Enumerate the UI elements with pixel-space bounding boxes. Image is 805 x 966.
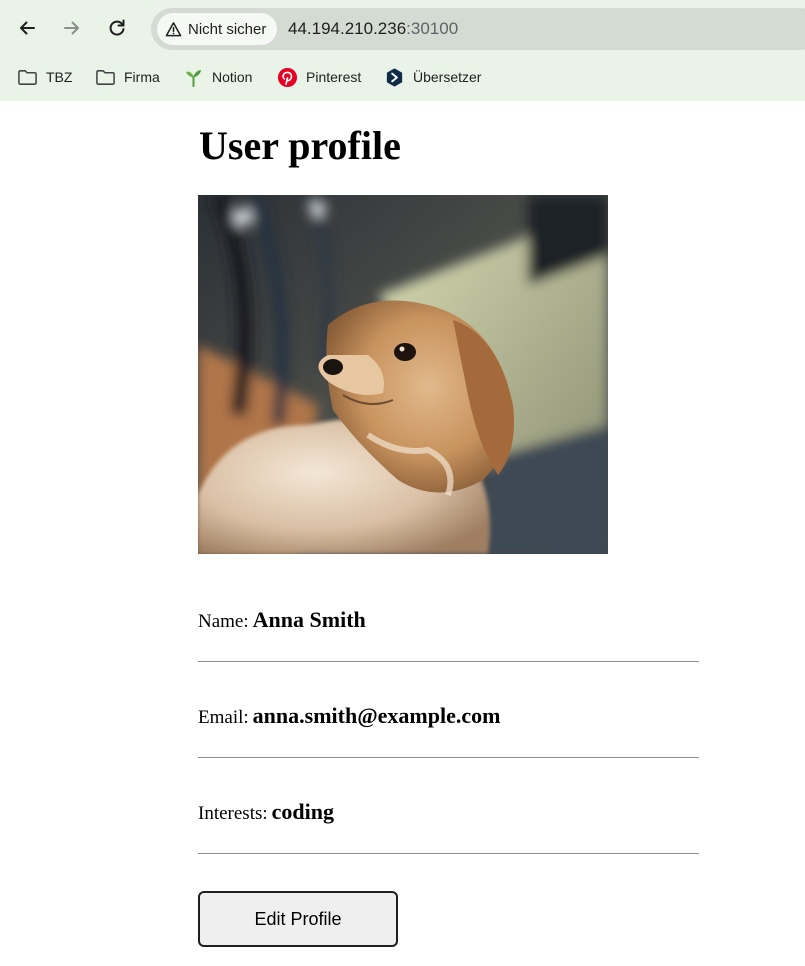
forward-button[interactable] (55, 11, 89, 45)
bookmark-label: Übersetzer (413, 69, 482, 85)
name-row: Name: Anna Smith (198, 607, 366, 633)
folder-icon (96, 69, 115, 85)
name-label: Name: (198, 611, 249, 632)
browser-chrome: Nicht sicher 44.194.210.236:30100 TBZ Fi… (0, 0, 805, 101)
bookmarks-bar: TBZ Firma Notion Pinterest Übersetzer (0, 58, 805, 96)
bookmark-label: Pinterest (306, 69, 362, 85)
page-title: User profile (199, 123, 401, 168)
interests-row: Interests: coding (198, 799, 334, 825)
email-field: Email: anna.smith@example.com (198, 662, 699, 758)
security-label: Nicht sicher (188, 20, 267, 38)
bookmark-label: TBZ (46, 69, 73, 85)
bookmark-label: Notion (212, 69, 253, 85)
arrow-right-icon (64, 21, 79, 35)
url-port: :30100 (406, 19, 459, 38)
pinterest-icon (277, 67, 298, 87)
name-field: Name: Anna Smith (198, 566, 699, 662)
email-row: Email: anna.smith@example.com (198, 703, 500, 729)
name-value: Anna Smith (252, 607, 366, 632)
url-host: 44.194.210.236 (288, 19, 407, 38)
interests-value: coding (271, 799, 335, 824)
bookmark-tbz[interactable]: TBZ (17, 65, 72, 89)
reload-button[interactable] (100, 11, 134, 45)
profile-page: User profile Name: Anna Smith Email: ann… (0, 101, 805, 966)
folder-icon (18, 69, 37, 85)
reload-icon (109, 19, 125, 36)
back-button[interactable] (10, 11, 44, 45)
warning-icon (165, 21, 182, 36)
address-bar[interactable]: Nicht sicher 44.194.210.236:30100 (151, 8, 805, 50)
edit-profile-button[interactable]: Edit Profile (198, 891, 398, 947)
arrow-left-icon (20, 21, 35, 35)
bookmark-firma[interactable]: Firma (95, 65, 160, 89)
dog-photo (198, 195, 608, 554)
interests-field: Interests: coding (198, 758, 699, 854)
bookmark-notion[interactable]: Notion (183, 65, 252, 89)
security-chip[interactable]: Nicht sicher (157, 13, 278, 45)
url-text[interactable]: 44.194.210.236:30100 (288, 19, 458, 39)
profile-photo (198, 195, 608, 554)
bookmark-translator[interactable]: Übersetzer (384, 65, 481, 89)
translator-icon (386, 67, 403, 87)
bookmark-label: Firma (124, 69, 160, 85)
email-value: anna.smith@example.com (252, 703, 501, 728)
browser-toolbar: Nicht sicher 44.194.210.236:30100 (0, 0, 805, 58)
email-label: Email: (198, 707, 249, 728)
sprout-icon (185, 69, 202, 87)
bookmark-pinterest[interactable]: Pinterest (277, 65, 361, 89)
interests-label: Interests: (198, 803, 268, 824)
